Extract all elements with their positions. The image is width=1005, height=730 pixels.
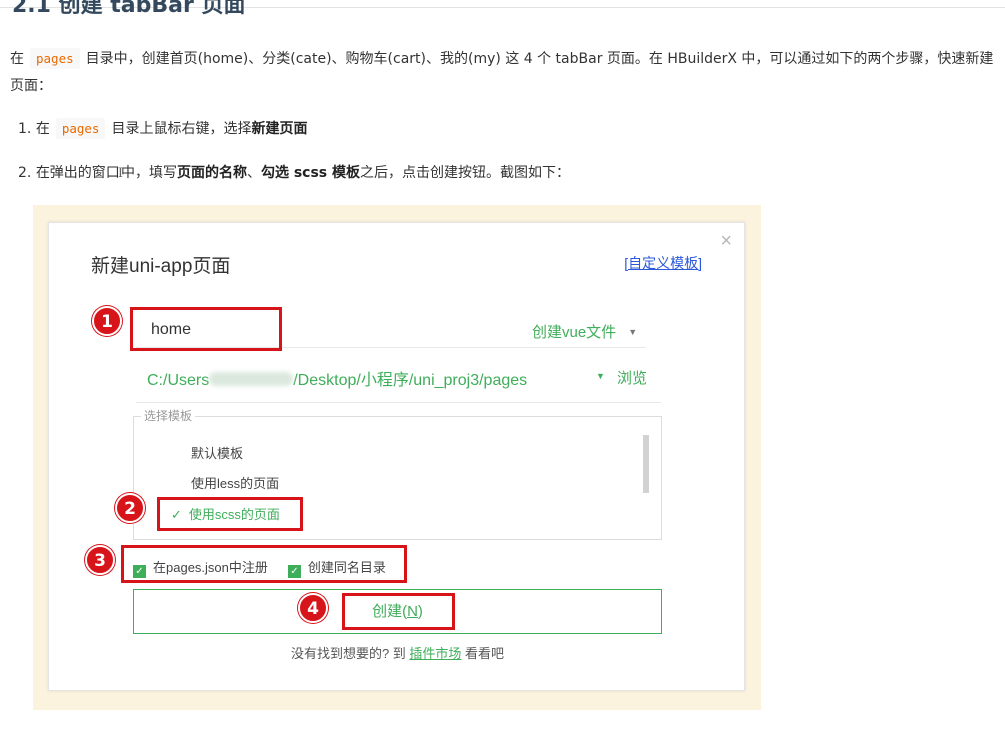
step-2-bold-name: 页面的名称 xyxy=(176,165,247,181)
annotation-badge-3: 3 xyxy=(85,545,115,575)
step-2-text-a: 在弹出的窗口 xyxy=(35,165,120,181)
step-2-item: 2. 在弹出的窗口I中，填写页面的名称、勾选 scss 模板之后，点击创建按钮。… xyxy=(18,162,570,182)
step-2-text-b: 中，填写 xyxy=(120,165,177,181)
annotation-badge-4: 4 xyxy=(298,593,328,623)
highlight-box-checkboxes xyxy=(121,545,407,583)
plugin-market-link[interactable]: 插件市场 xyxy=(409,646,461,661)
footer-text-after: 看看吧 xyxy=(465,646,505,661)
step-1-number: 1. xyxy=(18,121,32,137)
file-type-label: 创建vue文件 xyxy=(532,324,617,341)
step-1-text-before: 在 xyxy=(35,121,50,137)
plugin-market-note: 没有找到想要的? 到 插件市场 看看吧 xyxy=(49,643,746,662)
browse-button[interactable]: 浏览 xyxy=(617,367,647,388)
path-prefix: C:/Users xyxy=(147,372,210,389)
custom-template-link[interactable]: [自定义模板] xyxy=(624,253,702,273)
step-2-number: 2. xyxy=(18,165,32,181)
inline-code-pages: pages xyxy=(30,48,80,69)
step-1-bold: 新建页面 xyxy=(251,121,308,137)
caret-down-icon: ▼ xyxy=(628,327,638,337)
step-2-text-c: 、 xyxy=(246,165,261,181)
path-text: C:/Users/Desktop/小程序/uni_proj3/pages xyxy=(147,366,527,390)
template-legend: 选择模板 xyxy=(141,407,196,424)
highlight-box-template xyxy=(157,497,303,531)
intro-text-before: 在 xyxy=(10,51,24,67)
close-icon[interactable]: × xyxy=(720,230,732,253)
step-1-text-after: 目录上鼠标右键，选择 xyxy=(111,121,252,137)
footer-text-before: 没有找到想要的? 到 xyxy=(290,646,406,661)
path-dropdown-icon[interactable]: ▼ xyxy=(596,371,605,381)
intro-paragraph: 在 pages 目录中，创建首页(home)、分类(cate)、购物车(cart)、… xyxy=(10,45,1000,100)
template-option-less[interactable]: 使用less的页面 xyxy=(191,473,279,492)
step-1-item: 1. 在 pages 目录上鼠标右键，选择新建页面 xyxy=(18,118,308,139)
path-suffix: /Desktop/小程序/uni_proj3/pages xyxy=(293,372,528,389)
template-scrollbar[interactable] xyxy=(643,435,649,493)
highlight-box-create xyxy=(342,593,455,630)
step-2-text-d: 之后，点击创建按钮。截图如下： xyxy=(360,165,570,181)
annotation-badge-1: 1 xyxy=(92,306,122,336)
intro-text-after: 目录中，创建首页(home)、分类(cate)、购物车(cart)、我的(my)… xyxy=(10,51,994,94)
annotation-badge-2: 2 xyxy=(115,493,145,523)
path-field[interactable]: C:/Users/Desktop/小程序/uni_proj3/pages ▼ 浏… xyxy=(136,351,661,403)
section-heading: 2.1 创建 tabBar 页面 xyxy=(12,0,246,18)
step-2-bold-scss: 勾选 scss 模板 xyxy=(260,165,360,181)
file-type-select[interactable]: 创建vue文件 ▼ xyxy=(532,321,637,342)
inline-code-pages-2: pages xyxy=(55,118,106,139)
dialog-title: 新建uni-app页面 xyxy=(91,256,231,277)
template-option-default[interactable]: 默认模板 xyxy=(191,443,243,462)
highlight-box-name xyxy=(130,307,282,351)
blurred-username xyxy=(209,372,294,386)
